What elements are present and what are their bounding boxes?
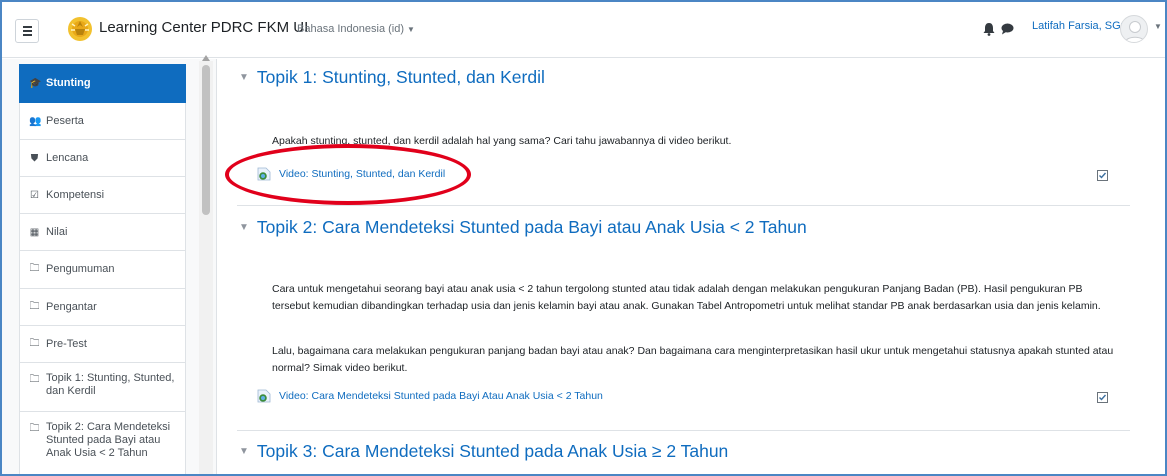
top-navbar: Learning Center PDRC FKM UI Bahasa Indon…	[2, 2, 1165, 58]
collapse-icon[interactable]: ▼	[239, 72, 249, 83]
section-summary: Lalu, bagaimana cara melakukan pengukura…	[272, 345, 1114, 374]
sidebar-item-pengantar[interactable]: 🗀 Pengantar	[19, 289, 186, 326]
sidebar-item-lencana[interactable]: ⛊ Lencana	[19, 140, 186, 177]
language-menu[interactable]: Bahasa Indonesia ‎(id)‎ ▼	[297, 23, 415, 35]
graduation-cap-icon: 🎓	[29, 78, 42, 89]
sidebar-item-peserta[interactable]: 👥 Peserta	[19, 103, 186, 140]
folder-icon: 🗀	[29, 263, 40, 274]
sidebar-item-pre-test[interactable]: 🗀 Pre-Test	[19, 326, 186, 363]
video-icon	[257, 389, 271, 403]
course-content: ▼ Topik 1: Stunting, Stunted, dan Kerdil …	[217, 59, 1165, 474]
section-divider	[237, 205, 1130, 206]
sidebar-item-topik-1[interactable]: 🗀 Topik 1: Stunting, Stunted, dan Kerdil	[19, 363, 186, 412]
university-logo[interactable]	[67, 16, 93, 42]
chevron-down-icon[interactable]: ▼	[1154, 22, 1162, 31]
chevron-down-icon: ▼	[407, 25, 415, 34]
sidebar-item-kompetensi[interactable]: ☑ Kompetensi	[19, 177, 186, 214]
shield-icon: ⛊	[30, 152, 39, 164]
sidebar-item-nilai[interactable]: ▦ Nilai	[19, 214, 186, 251]
table-icon: ▦	[29, 226, 40, 238]
section-title-topik-1[interactable]: ▼ Topik 1: Stunting, Stunted, dan Kerdil	[239, 67, 545, 88]
sidebar-item-stunting[interactable]: 🎓 Stunting	[19, 64, 186, 103]
sidebar-item-pengumuman[interactable]: 🗀 Pengumuman	[19, 251, 186, 289]
section-summary: Cara untuk mengetahui seorang bayi atau …	[272, 283, 1101, 312]
users-icon: 👥	[29, 115, 42, 127]
activity-video-link[interactable]: Video: Cara Mendeteksi Stunted pada Bayi…	[257, 389, 603, 403]
checkbox-icon: ☑	[30, 189, 39, 201]
browser-frame: Learning Center PDRC FKM UI Bahasa Indon…	[0, 0, 1167, 476]
section-title-topik-2[interactable]: ▼ Topik 2: Cara Mendeteksi Stunted pada B…	[239, 217, 807, 238]
collapse-icon[interactable]: ▼	[239, 222, 249, 233]
language-label: Bahasa Indonesia ‎(id)‎	[297, 23, 405, 35]
course-nav-list: 🎓 Stunting 👥 Peserta ⛊ Lencana ☑ Kompetensi …	[19, 64, 186, 474]
sidebar-scrollbar-thumb[interactable]	[202, 65, 210, 215]
user-name-link[interactable]: Latifah Farsia, SGz	[1032, 20, 1126, 32]
bell-icon[interactable]	[983, 22, 995, 36]
chat-icon[interactable]	[1001, 23, 1014, 35]
annotation-circle	[225, 144, 471, 205]
completion-checkbox-icon[interactable]	[1097, 392, 1108, 403]
menu-icon[interactable]	[15, 19, 39, 43]
site-name-link[interactable]: Learning Center PDRC FKM UI	[99, 19, 308, 36]
scroll-up-arrow-icon[interactable]	[202, 55, 210, 61]
section-divider	[237, 430, 1130, 431]
folder-icon: 🗀	[29, 423, 40, 434]
folder-icon: 🗀	[29, 300, 40, 312]
collapse-icon[interactable]: ▼	[239, 446, 249, 457]
folder-icon: 🗀	[29, 337, 40, 349]
user-avatar[interactable]	[1120, 15, 1148, 43]
completion-checkbox-icon[interactable]	[1097, 170, 1108, 181]
section-title-topik-3[interactable]: ▼ Topik 3: Cara Mendeteksi Stunted pada A…	[239, 441, 728, 462]
sidebar-item-topik-2[interactable]: 🗀 Topik 2: Cara Mendeteksi Stunted pada B…	[19, 412, 186, 474]
course-sidebar: 🎓 Stunting 👥 Peserta ⛊ Lencana ☑ Kompetensi …	[2, 55, 217, 474]
folder-icon: 🗀	[29, 374, 40, 385]
